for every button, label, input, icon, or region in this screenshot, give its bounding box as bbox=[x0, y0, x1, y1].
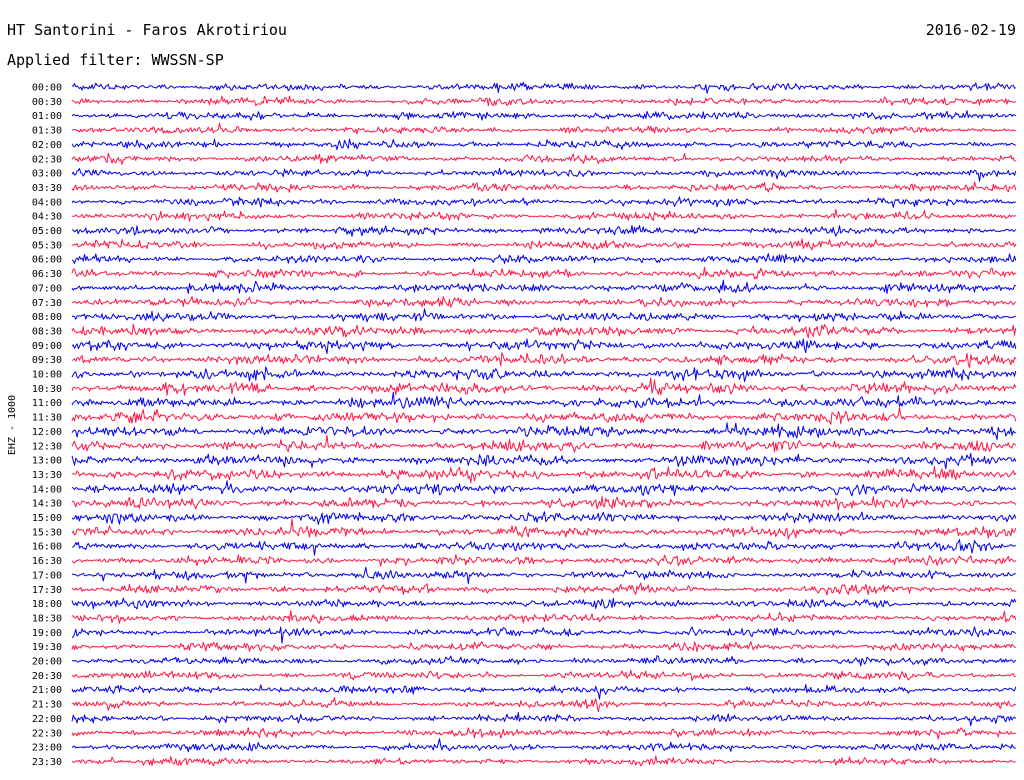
row-label: 02:00 bbox=[32, 140, 62, 151]
row-label: 18:00 bbox=[32, 599, 62, 610]
row-label: 08:00 bbox=[32, 312, 62, 323]
row-label: 14:00 bbox=[32, 484, 62, 495]
trace-2130 bbox=[71, 697, 1017, 713]
trace-0200 bbox=[71, 138, 1017, 151]
row-label: 03:00 bbox=[32, 169, 62, 180]
trace-2300 bbox=[71, 738, 1016, 753]
trace-0630 bbox=[71, 266, 1017, 280]
row-label: 17:30 bbox=[32, 585, 62, 596]
row-label: 13:30 bbox=[32, 470, 62, 481]
row-label: 05:30 bbox=[32, 240, 62, 251]
row-label: 19:00 bbox=[32, 628, 62, 639]
trace-1600 bbox=[71, 539, 1016, 556]
trace-area bbox=[71, 81, 1017, 767]
row-label: 05:00 bbox=[32, 226, 62, 237]
row-label: 00:30 bbox=[32, 97, 62, 108]
row-label: 06:00 bbox=[32, 255, 62, 266]
trace-1130 bbox=[71, 407, 1017, 425]
row-label: 16:30 bbox=[32, 556, 62, 567]
trace-0100 bbox=[71, 110, 1016, 121]
trace-2200 bbox=[71, 712, 1017, 727]
row-label: 20:30 bbox=[32, 671, 62, 682]
trace-0230 bbox=[71, 152, 1016, 165]
trace-0030 bbox=[71, 95, 1016, 107]
row-label: 08:30 bbox=[32, 326, 62, 337]
trace-0300 bbox=[71, 167, 1017, 182]
trace-1630 bbox=[71, 554, 1017, 567]
trace-1730 bbox=[71, 582, 1016, 596]
trace-2230 bbox=[71, 727, 1016, 740]
row-label: 12:30 bbox=[32, 441, 62, 452]
row-label: 22:00 bbox=[32, 714, 62, 725]
row-label: 14:30 bbox=[32, 499, 62, 510]
row-label: 02:30 bbox=[32, 154, 62, 165]
trace-0500 bbox=[71, 224, 1017, 237]
trace-0530 bbox=[71, 238, 1017, 251]
row-label: 06:30 bbox=[32, 269, 62, 280]
trace-2000 bbox=[71, 655, 1017, 667]
trace-2330 bbox=[71, 755, 1016, 767]
helicorder-plot: 00:00 00:30 01:00 01:30 02:00 02:30 03:00 03:30… bbox=[32, 81, 1017, 768]
row-label: 21:00 bbox=[32, 685, 62, 696]
trace-0130 bbox=[71, 122, 1016, 135]
row-label: 21:30 bbox=[32, 700, 62, 711]
trace-0930 bbox=[71, 352, 1017, 369]
row-label: 01:30 bbox=[32, 126, 62, 137]
trace-0400 bbox=[71, 196, 1017, 208]
trace-1030 bbox=[71, 377, 1017, 396]
trace-0000 bbox=[71, 81, 1016, 94]
trace-0330 bbox=[71, 181, 1017, 193]
row-label: 12:00 bbox=[32, 427, 62, 438]
trace-1700 bbox=[71, 566, 1017, 584]
row-label: 11:30 bbox=[32, 413, 62, 424]
row-label: 04:30 bbox=[32, 212, 62, 223]
trace-0700 bbox=[71, 279, 1016, 295]
row-label: 16:00 bbox=[32, 542, 62, 553]
trace-2100 bbox=[71, 684, 1017, 700]
trace-1200 bbox=[71, 422, 1016, 441]
row-labels: 00:00 00:30 01:00 01:30 02:00 02:30 03:00 03:30… bbox=[32, 83, 62, 768]
row-label: 00:00 bbox=[32, 83, 62, 94]
row-label: 13:00 bbox=[32, 456, 62, 467]
trace-0600 bbox=[71, 253, 1017, 264]
row-label: 15:30 bbox=[32, 527, 62, 538]
row-label: 18:30 bbox=[32, 613, 62, 624]
trace-0900 bbox=[71, 338, 1017, 355]
row-label: 07:00 bbox=[32, 283, 62, 294]
trace-1530 bbox=[71, 518, 1017, 540]
trace-1000 bbox=[71, 366, 1017, 382]
row-label: 17:00 bbox=[32, 570, 62, 581]
trace-1300 bbox=[71, 452, 1017, 470]
trace-1930 bbox=[71, 641, 1016, 653]
trace-1900 bbox=[71, 626, 1017, 644]
trace-1830 bbox=[71, 610, 1017, 624]
row-label: 15:00 bbox=[32, 513, 62, 524]
trace-1230 bbox=[71, 434, 1017, 453]
row-label: 09:30 bbox=[32, 355, 62, 366]
trace-0730 bbox=[71, 296, 1017, 308]
trace-1330 bbox=[71, 465, 1017, 484]
row-label: 20:00 bbox=[32, 657, 62, 668]
row-label: 23:30 bbox=[32, 757, 62, 768]
trace-2030 bbox=[71, 669, 1016, 681]
trace-0430 bbox=[71, 208, 1016, 222]
trace-1400 bbox=[71, 480, 1017, 497]
row-label: 10:30 bbox=[32, 384, 62, 395]
row-label: 10:00 bbox=[32, 370, 62, 381]
row-label: 22:30 bbox=[32, 728, 62, 739]
trace-1800 bbox=[71, 597, 1017, 610]
row-label: 11:00 bbox=[32, 398, 62, 409]
trace-0800 bbox=[71, 308, 1016, 323]
trace-0830 bbox=[71, 323, 1017, 339]
row-label: 19:30 bbox=[32, 642, 62, 653]
row-label: 07:30 bbox=[32, 298, 62, 309]
row-label: 03:30 bbox=[32, 183, 62, 194]
row-label: 23:00 bbox=[32, 743, 62, 754]
trace-1100 bbox=[71, 391, 1017, 409]
row-label: 01:00 bbox=[32, 111, 62, 122]
row-label: 09:00 bbox=[32, 341, 62, 352]
row-label: 04:00 bbox=[32, 197, 62, 208]
trace-1430 bbox=[71, 496, 1017, 511]
trace-1500 bbox=[71, 511, 1017, 525]
